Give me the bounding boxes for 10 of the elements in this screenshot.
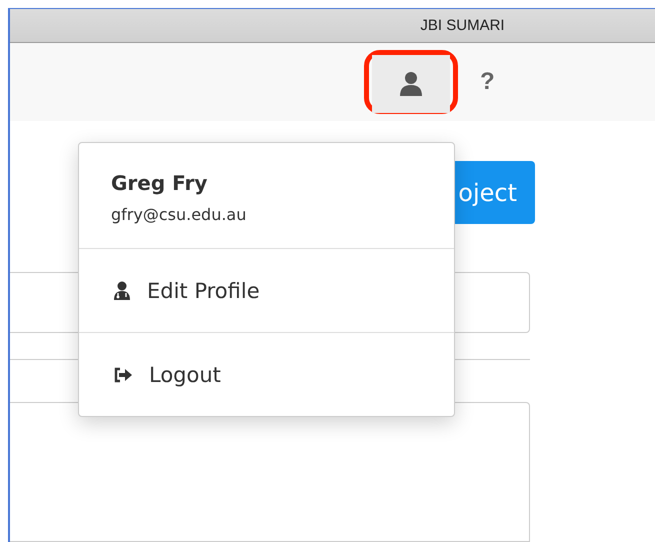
user-name: Greg Fry bbox=[111, 171, 208, 195]
user-email: gfry@csu.edu.au bbox=[111, 205, 248, 224]
window-title: JBI SUMARI bbox=[420, 17, 505, 34]
menu-item[interactable]: Edit Profile bbox=[79, 249, 454, 332]
menu-item[interactable]: Logout bbox=[79, 332, 454, 416]
logout-icon bbox=[113, 366, 133, 382]
doctor-icon bbox=[113, 280, 131, 300]
help-link[interactable]: ? bbox=[480, 68, 495, 96]
user-button[interactable] bbox=[372, 55, 450, 114]
user-icon bbox=[399, 71, 423, 98]
